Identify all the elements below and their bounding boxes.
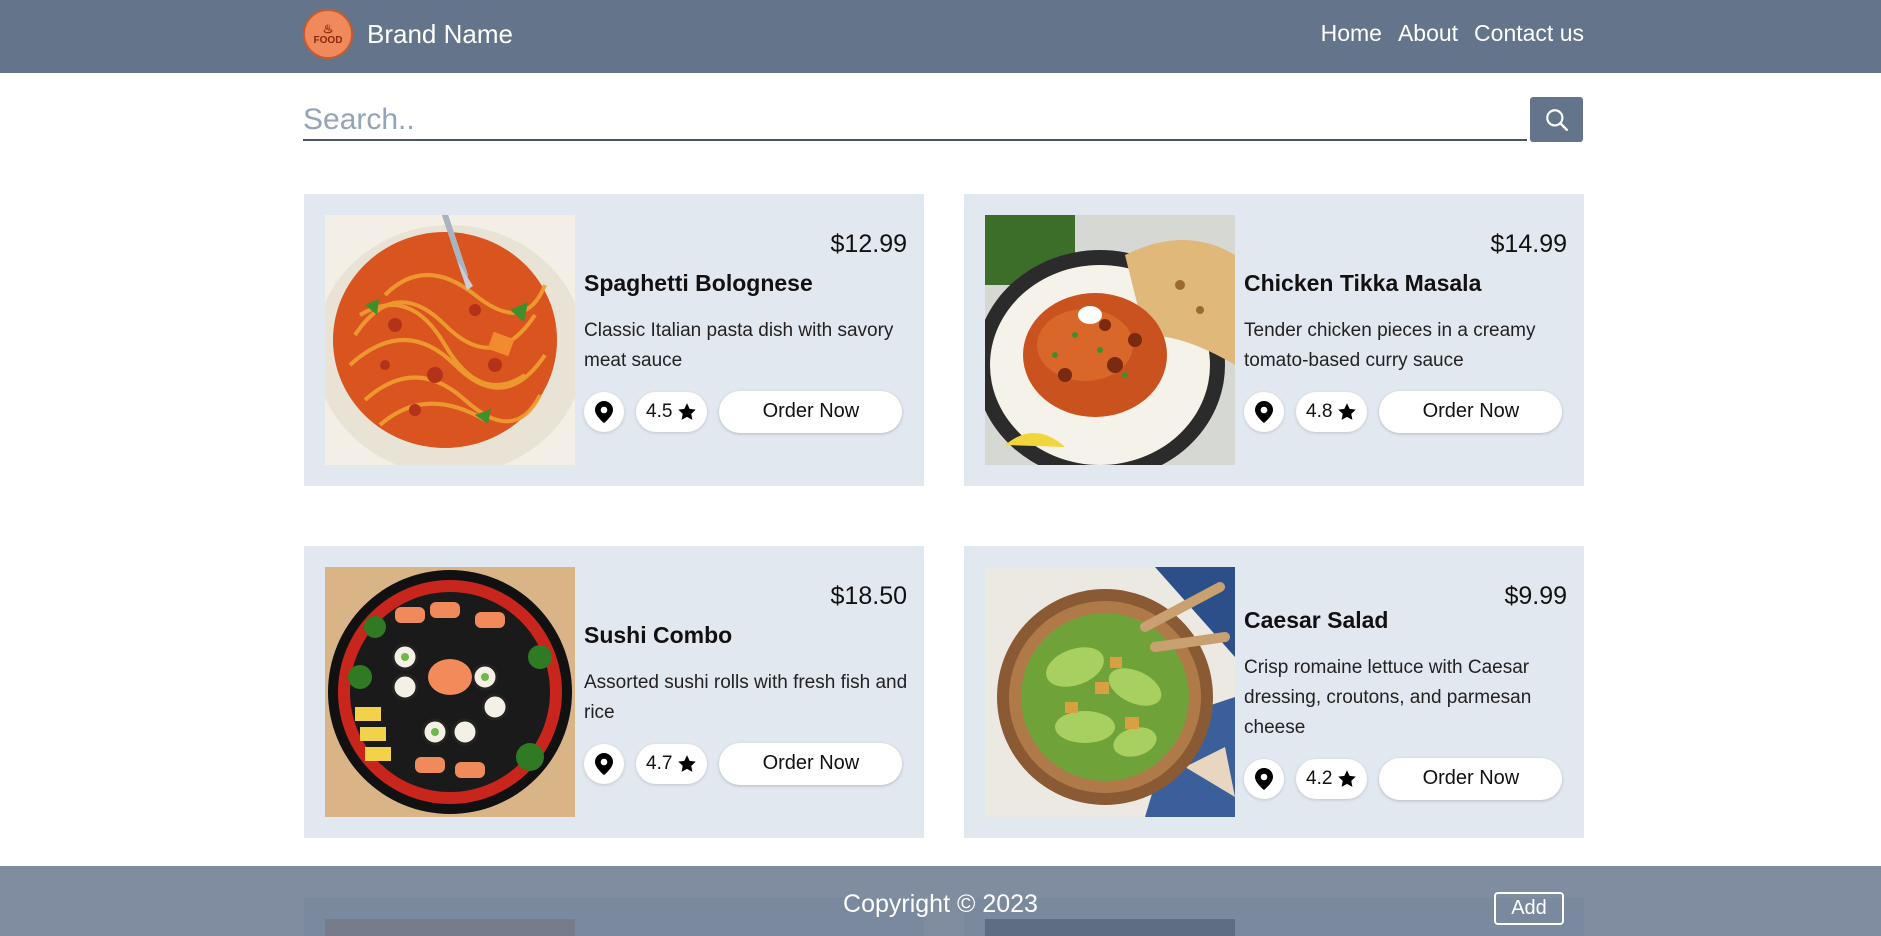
map-pin-icon <box>1255 767 1273 790</box>
map-pin-icon <box>1255 400 1273 423</box>
search-bar <box>303 97 1583 143</box>
card-actions: 4.5 Order Now <box>584 390 908 433</box>
item-description: Crisp romaine lettuce with Caesar dressi… <box>1244 656 1532 738</box>
nav-links: Home About Contact us <box>1321 20 1584 47</box>
order-now-button[interactable]: Order Now <box>719 742 903 785</box>
star-icon <box>678 754 697 772</box>
card-actions: 4.7 Order Now <box>584 742 908 785</box>
card-body: Caesar Salad Crisp romaine lettuce with … <box>1244 546 1568 838</box>
rating-value: 4.5 <box>646 400 673 422</box>
tikka-masala-image <box>985 215 1235 465</box>
brand-logo[interactable]: ♨ FOOD <box>303 9 353 59</box>
logo-text: FOOD <box>313 34 343 46</box>
nav-link-home[interactable]: Home <box>1321 20 1382 47</box>
item-title: Spaghetti Bolognese <box>584 269 813 296</box>
spaghetti-image <box>325 215 575 465</box>
map-pin-icon <box>595 752 613 775</box>
food-card: $14.99 Chicken Tikka Masala Tender chick… <box>964 194 1584 486</box>
chef-hat-icon: ♨ <box>322 21 334 36</box>
nav-link-contact[interactable]: Contact us <box>1474 20 1584 47</box>
item-description: Classic Italian pasta dish with savory m… <box>584 319 894 371</box>
item-title: Sushi Combo <box>584 621 733 648</box>
card-body: Chicken Tikka Masala Tender chicken piec… <box>1244 194 1568 486</box>
footer: Copyright © 2023 Add <box>0 866 1881 936</box>
card-body: Sushi Combo Assorted sushi rolls with fr… <box>584 546 908 838</box>
rating-badge: 4.5 <box>636 391 708 432</box>
location-button[interactable] <box>1244 391 1284 432</box>
card-actions: 4.8 Order Now <box>1244 390 1568 433</box>
location-button[interactable] <box>1244 758 1284 799</box>
search-button[interactable] <box>1530 97 1583 142</box>
rating-value: 4.8 <box>1306 400 1333 422</box>
map-pin-icon <box>595 400 613 423</box>
order-now-button[interactable]: Order Now <box>719 390 903 433</box>
card-body: Spaghetti Bolognese Classic Italian past… <box>584 194 908 486</box>
rating-value: 4.2 <box>1306 767 1333 789</box>
item-description: Tender chicken pieces in a creamy tomato… <box>1244 319 1536 371</box>
order-now-button[interactable]: Order Now <box>1379 390 1563 433</box>
rating-badge: 4.7 <box>636 743 708 784</box>
navbar: ♨ FOOD Brand Name Home About Contact us <box>0 0 1881 73</box>
search-icon <box>1545 108 1568 131</box>
brand[interactable]: ♨ FOOD Brand Name <box>303 9 513 59</box>
caesar-salad-image <box>985 567 1235 817</box>
rating-value: 4.7 <box>646 752 673 774</box>
nav-link-about[interactable]: About <box>1398 20 1458 47</box>
star-icon <box>678 402 697 420</box>
order-now-button[interactable]: Order Now <box>1379 757 1563 800</box>
rating-badge: 4.8 <box>1296 391 1368 432</box>
brand-name[interactable]: Brand Name <box>367 19 513 50</box>
copyright-text: Copyright © 2023 <box>843 890 1038 918</box>
item-title: Chicken Tikka Masala <box>1244 269 1482 296</box>
search-input[interactable] <box>303 97 1527 141</box>
add-button[interactable]: Add <box>1494 892 1564 925</box>
food-card: $18.50 Sushi Combo Assorted sushi rolls … <box>304 546 924 838</box>
food-card: $9.99 Caesar Salad Crisp romaine lettuce… <box>964 546 1584 838</box>
rating-badge: 4.2 <box>1296 758 1368 799</box>
sushi-image <box>325 567 575 817</box>
card-actions: 4.2 Order Now <box>1244 757 1568 800</box>
item-title: Caesar Salad <box>1244 606 1389 633</box>
item-description: Assorted sushi rolls with fresh fish and… <box>584 671 908 723</box>
location-button[interactable] <box>584 391 624 432</box>
star-icon <box>1338 402 1357 420</box>
food-card: $12.99 Spaghetti Bolognese Classic Itali… <box>304 194 924 486</box>
location-button[interactable] <box>584 743 624 784</box>
star-icon <box>1338 769 1357 787</box>
